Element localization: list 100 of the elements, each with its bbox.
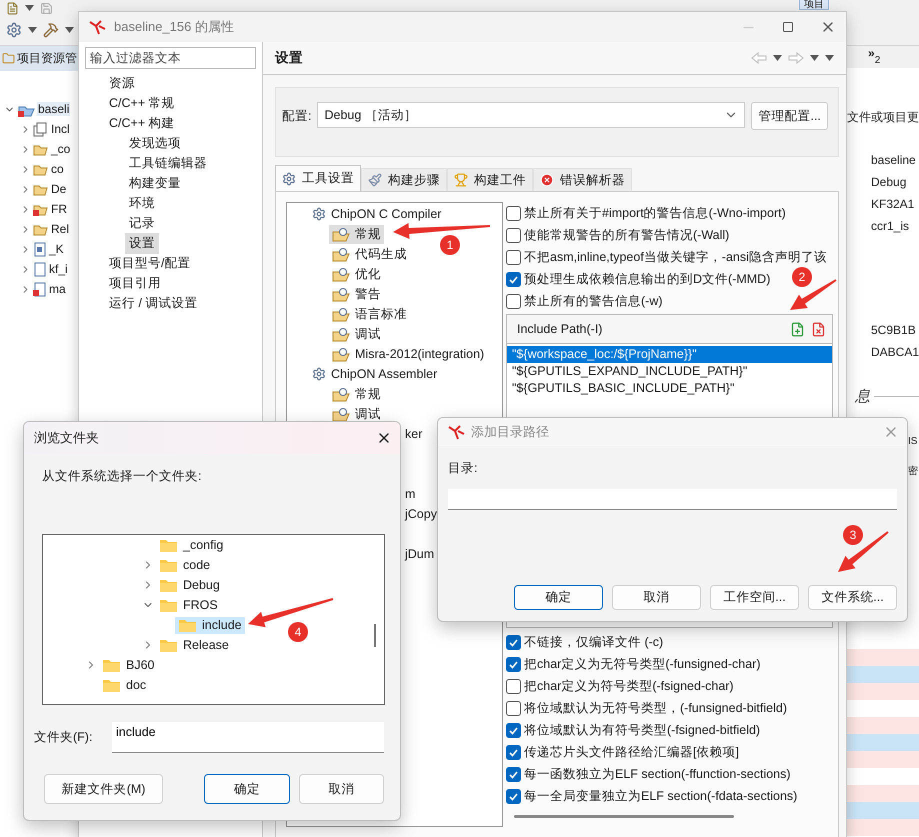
tree-item[interactable]: 调试 — [329, 404, 384, 424]
dialog-button[interactable]: 确定 — [204, 774, 290, 804]
scrollbar-thumb[interactable] — [374, 624, 376, 647]
checkbox[interactable] — [506, 294, 521, 308]
dialog-button[interactable]: 文件系统... — [808, 585, 897, 610]
tree-item[interactable]: jDum — [405, 547, 434, 561]
nav-item[interactable]: 发现选项 — [125, 132, 185, 154]
tab[interactable]: 构建工件 — [447, 168, 533, 191]
tree-item[interactable]: ChipON Assembler — [309, 366, 440, 382]
error-icon — [540, 173, 554, 187]
folder-item[interactable]: include — [175, 616, 245, 634]
list-item[interactable]: "${GPUTILS_EXPAND_INCLUDE_PATH}" — [507, 363, 832, 380]
checkbox[interactable] — [506, 700, 521, 716]
tree-item[interactable]: co — [50, 162, 65, 176]
tree-item[interactable]: De — [50, 182, 68, 196]
overflow-tab[interactable]: » — [868, 46, 875, 60]
tree-item[interactable]: 警告 — [329, 284, 384, 304]
directory-input[interactable] — [448, 489, 897, 510]
nav-item[interactable]: 项目型号/配置 — [105, 252, 194, 274]
hammer-icon[interactable] — [43, 22, 59, 38]
tree-item[interactable]: 常规 — [329, 384, 384, 404]
section-heading: 息 — [855, 387, 870, 406]
checkbox[interactable] — [506, 678, 521, 694]
tree-item[interactable]: _K — [48, 242, 65, 256]
add-file-icon[interactable] — [790, 322, 805, 336]
dialog-button[interactable]: 确定 — [514, 585, 603, 610]
checkbox[interactable] — [506, 788, 521, 804]
folder-input[interactable]: include — [112, 722, 384, 753]
tree-item[interactable]: 代码生成 — [329, 244, 410, 264]
checkbox[interactable] — [506, 272, 521, 286]
checkbox[interactable] — [506, 656, 521, 672]
tree-item[interactable]: kf_i — [48, 262, 69, 276]
tree-item[interactable]: ma — [48, 282, 67, 296]
option-label: 预处理生成依赖信息输出的到D文件(-MMD) — [524, 270, 770, 288]
dialog-button[interactable]: 取消 — [298, 774, 384, 804]
manage-config-button[interactable]: 管理配置... — [751, 102, 828, 130]
nav-item[interactable]: 设置 — [125, 232, 159, 254]
folder-item[interactable]: BJ60 — [99, 656, 158, 674]
checkbox[interactable] — [506, 722, 521, 738]
checkbox[interactable] — [506, 766, 521, 782]
folder-item[interactable]: _config — [156, 536, 226, 554]
delete-file-icon[interactable] — [811, 322, 826, 336]
dialog-button[interactable]: 工作空间... — [710, 585, 799, 610]
tree-item[interactable]: Misra-2012(integration) — [329, 346, 488, 362]
caret-icon[interactable] — [25, 5, 34, 11]
dialog-button[interactable]: 新建文件夹(M) — [44, 774, 164, 804]
folder-icon — [102, 678, 121, 692]
tree-item[interactable]: Incl — [50, 122, 71, 136]
filter-field[interactable]: 输入过滤器文本 — [85, 47, 256, 69]
tree-item[interactable]: 语言标准 — [329, 304, 410, 324]
folder-icon — [159, 578, 178, 592]
document-icon[interactable] — [6, 2, 19, 14]
nav-item[interactable]: 记录 — [125, 212, 159, 234]
nav-item[interactable]: 项目引用 — [105, 272, 165, 294]
option-label: 传递芯片头文件路径给汇编器[依赖项] — [524, 744, 739, 760]
folder-item[interactable]: code — [156, 556, 214, 574]
nav-item[interactable]: 运行 / 调试设置 — [105, 292, 202, 314]
trophy-icon — [454, 173, 468, 187]
tree-item[interactable]: 常规 — [329, 224, 384, 244]
nav-item[interactable]: C/C++ 构建 — [105, 112, 179, 134]
folder-item[interactable]: Debug — [156, 576, 223, 594]
tree-item[interactable]: m — [405, 487, 416, 501]
tab[interactable]: 构建步骤 — [361, 168, 447, 191]
nav-item[interactable]: 资源 — [105, 72, 139, 94]
checkbox[interactable] — [506, 228, 521, 242]
checkbox[interactable] — [506, 634, 521, 650]
tab[interactable]: 错误解析器 — [533, 168, 632, 191]
folder-item[interactable]: FROS — [156, 596, 221, 614]
list-item[interactable]: "${GPUTILS_BASIC_INCLUDE_PATH}" — [507, 380, 832, 397]
dialog-button[interactable]: 取消 — [612, 585, 701, 610]
tree-item[interactable]: Rel — [50, 222, 70, 236]
folder-item[interactable]: doc — [99, 676, 150, 694]
tree-item[interactable]: ker — [405, 427, 422, 441]
scrollbar-thumb[interactable] — [514, 815, 734, 818]
tree-item[interactable]: 调试 — [329, 324, 384, 344]
gear-icon[interactable] — [6, 22, 22, 38]
brush-icon — [368, 173, 382, 187]
tree-item[interactable]: 优化 — [329, 264, 384, 284]
tree-item[interactable]: _co — [50, 142, 72, 156]
checkbox[interactable] — [506, 250, 521, 264]
caret-icon[interactable] — [28, 27, 37, 33]
caret-icon[interactable] — [773, 55, 782, 61]
config-select[interactable]: Debug ［活动］ — [317, 102, 746, 128]
nav-item[interactable]: 构建变量 — [125, 172, 185, 194]
tree-item[interactable]: FR — [50, 202, 68, 216]
tree-item[interactable]: jCopy — [405, 507, 437, 521]
nav-item[interactable]: 工具链编辑器 — [125, 152, 211, 174]
view-tab[interactable]: 项目资源管 — [0, 46, 78, 71]
folder-item[interactable]: Release — [156, 636, 232, 654]
checkbox[interactable] — [506, 744, 521, 760]
tree-item[interactable]: baseli — [37, 102, 70, 116]
caret-icon[interactable] — [65, 27, 74, 33]
tree-item[interactable]: ChipON C Compiler — [309, 206, 444, 222]
nav-item[interactable]: C/C++ 常规 — [105, 92, 179, 114]
list-item[interactable]: "${workspace_loc:/${ProjName}}" — [507, 346, 832, 363]
nav-item[interactable]: 环境 — [125, 192, 159, 214]
tab[interactable]: 工具设置 — [275, 165, 361, 191]
option-label: 使能常规警告的所有警告情况(-Wall) — [524, 226, 730, 244]
checkbox[interactable] — [506, 206, 521, 220]
maximize-icon[interactable] — [782, 21, 794, 33]
